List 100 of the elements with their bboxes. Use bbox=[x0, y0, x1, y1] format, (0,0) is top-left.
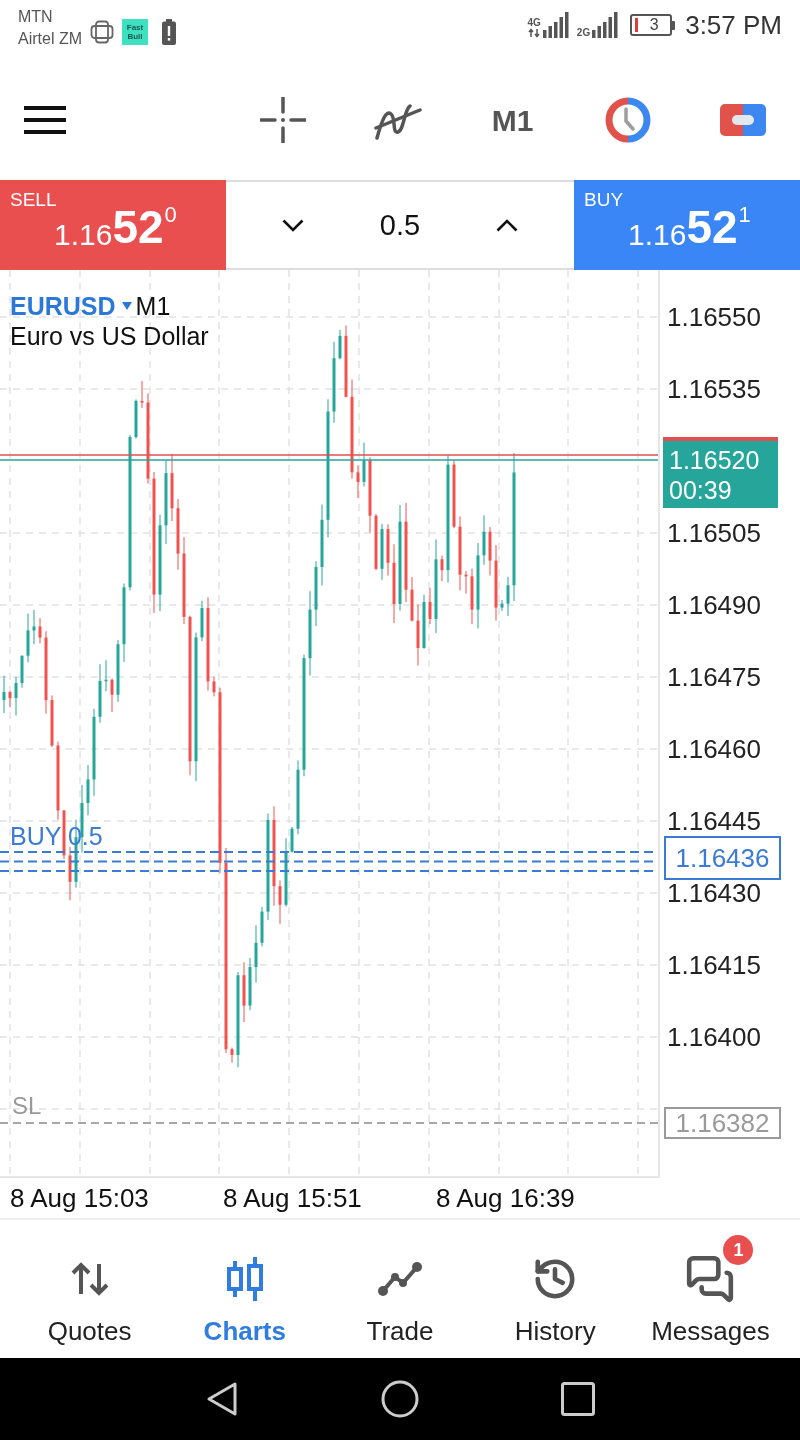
rising-candle bbox=[116, 639, 120, 703]
carrier-name: Airtel ZM bbox=[18, 29, 82, 49]
clock-icon bbox=[604, 97, 651, 143]
app-logo: Fast Bull bbox=[122, 19, 148, 45]
battery-alert-icon bbox=[162, 19, 176, 45]
up-down-arrows-icon bbox=[70, 1262, 109, 1296]
back-triangle-icon bbox=[206, 1381, 238, 1417]
price-axis-label: 1.16430 bbox=[667, 880, 761, 906]
falling-candle bbox=[50, 694, 54, 748]
rising-candle bbox=[380, 523, 384, 581]
toggle-icon bbox=[719, 104, 766, 136]
rising-candle bbox=[254, 924, 258, 984]
price-axis-label: 1.16460 bbox=[667, 736, 761, 762]
battery-percentage: 3 bbox=[648, 16, 660, 34]
falling-candle bbox=[8, 690, 12, 708]
falling-candle bbox=[410, 576, 414, 623]
data-activity-icon bbox=[528, 28, 541, 38]
chart-timeframe: M1 bbox=[135, 292, 171, 320]
home-button[interactable] bbox=[381, 1380, 419, 1418]
menu-icon bbox=[24, 106, 66, 134]
symbol-selector[interactable]: EURUSD bbox=[10, 292, 132, 320]
rising-candle bbox=[98, 663, 102, 724]
bar-countdown: 00:39 bbox=[669, 474, 732, 505]
rising-candle bbox=[260, 906, 264, 947]
nav-tab[interactable]: History bbox=[477, 1220, 633, 1358]
carrier-name: MTN bbox=[18, 7, 53, 27]
rising-candle bbox=[2, 675, 6, 714]
falling-candle bbox=[416, 604, 420, 666]
order-price-tag[interactable]: 1.16436 bbox=[664, 836, 781, 880]
time-axis-label: 8 Aug 16:39 bbox=[436, 1182, 575, 1213]
overlapping-squares-icon bbox=[90, 20, 114, 44]
falling-candle bbox=[488, 526, 492, 576]
rising-candle bbox=[26, 613, 30, 663]
falling-candle bbox=[170, 453, 174, 522]
timeframe-button[interactable]: M1 bbox=[455, 90, 570, 150]
symbol-description: Euro vs US Dollar bbox=[10, 321, 209, 352]
falling-candle bbox=[464, 570, 468, 595]
falling-candle bbox=[68, 846, 72, 901]
home-circle-icon bbox=[381, 1380, 419, 1418]
rising-candle bbox=[422, 594, 426, 650]
falling-candle bbox=[278, 879, 282, 925]
nav-tab[interactable]: Quotes bbox=[12, 1220, 168, 1358]
current-price: 1.16520 bbox=[669, 444, 760, 475]
rising-candle bbox=[284, 837, 288, 908]
stop-loss-label: SL bbox=[12, 1094, 42, 1118]
falling-candle bbox=[356, 464, 360, 499]
price-axis-label: 1.16505 bbox=[667, 520, 761, 546]
nav-tab[interactable]: Trade bbox=[322, 1220, 478, 1358]
falling-candle bbox=[470, 568, 474, 625]
falling-candle bbox=[242, 961, 246, 1023]
nav-tab[interactable]: 1 Messages bbox=[632, 1220, 788, 1358]
rising-candle bbox=[32, 609, 36, 645]
candlestick-icon bbox=[225, 1257, 264, 1301]
falling-candle bbox=[440, 555, 444, 582]
rising-candle bbox=[86, 764, 90, 816]
price-axis-label: 1.16445 bbox=[667, 808, 761, 834]
unread-count-badge: 1 bbox=[723, 1235, 754, 1265]
falling-candle bbox=[230, 1047, 234, 1064]
falling-candle bbox=[374, 513, 378, 571]
price-axis-label: 1.16400 bbox=[667, 1024, 761, 1050]
line-chart-icon bbox=[377, 1261, 423, 1297]
price-axis-label: 1.16475 bbox=[667, 664, 761, 690]
rising-candle bbox=[338, 329, 342, 360]
back-button[interactable] bbox=[206, 1381, 238, 1417]
falling-candle bbox=[212, 676, 216, 697]
messages-icon bbox=[685, 1254, 736, 1304]
clock-time: 3:57 PM bbox=[685, 10, 782, 40]
falling-candle bbox=[110, 678, 114, 713]
network-type-label: 2G bbox=[576, 27, 591, 38]
rising-candle bbox=[248, 957, 252, 1011]
recent-apps-square-icon bbox=[561, 1382, 595, 1416]
falling-candle bbox=[452, 459, 456, 529]
rising-candle bbox=[506, 576, 510, 617]
rising-candle bbox=[500, 599, 504, 612]
recent-apps-button[interactable] bbox=[561, 1382, 595, 1416]
nav-tab[interactable]: Charts bbox=[167, 1220, 323, 1358]
rising-candle bbox=[482, 514, 486, 566]
price-axis-label: 1.16490 bbox=[667, 592, 761, 618]
falling-candle bbox=[428, 587, 432, 625]
rising-candle bbox=[314, 560, 318, 627]
falling-candle bbox=[386, 523, 390, 577]
falling-candle bbox=[62, 809, 66, 860]
rising-candle bbox=[290, 826, 294, 854]
signal-icon bbox=[592, 12, 619, 38]
falling-candle bbox=[38, 617, 42, 644]
rising-candle bbox=[20, 654, 24, 689]
rising-candle bbox=[200, 600, 204, 642]
chevron-up-icon bbox=[495, 218, 518, 232]
crosshair-icon bbox=[259, 97, 306, 143]
price-axis-label: 1.16415 bbox=[667, 952, 761, 978]
time-axis-label: 8 Aug 15:03 bbox=[10, 1182, 149, 1213]
signal-icon bbox=[542, 12, 569, 38]
rising-candle bbox=[134, 398, 138, 440]
falling-candle bbox=[140, 380, 144, 409]
time-axis-label: 8 Aug 15:51 bbox=[223, 1182, 362, 1213]
price-axis-label: 1.16550 bbox=[667, 304, 761, 330]
chevron-down-icon bbox=[282, 218, 305, 232]
price-axis-label: 1.16535 bbox=[667, 376, 761, 402]
volume-field[interactable]: 0.5 bbox=[375, 208, 425, 242]
rising-candle bbox=[14, 676, 18, 716]
